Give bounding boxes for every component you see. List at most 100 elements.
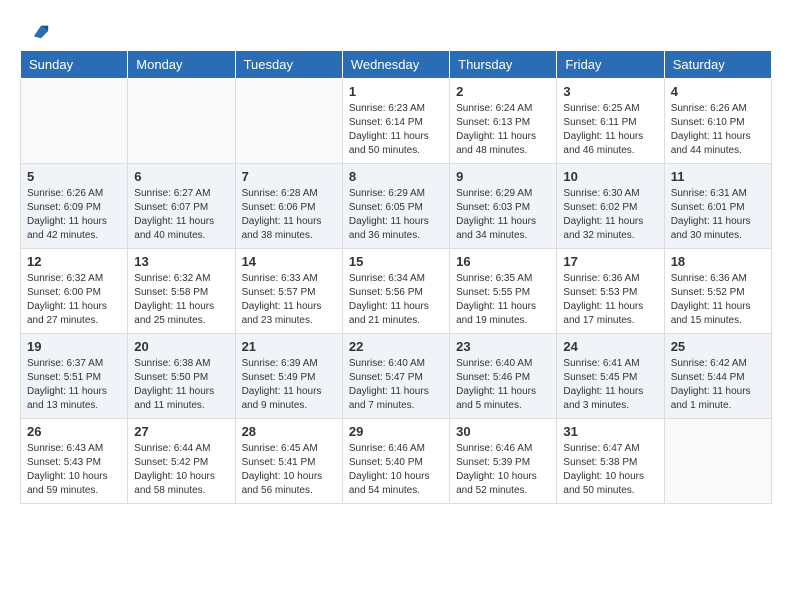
column-header-saturday: Saturday [664, 51, 771, 79]
day-number: 26 [27, 424, 121, 439]
calendar-cell: 31 Sunrise: 6:47 AM Sunset: 5:38 PM Dayli… [557, 419, 664, 504]
day-number: 2 [456, 84, 550, 99]
day-info: Sunrise: 6:43 AM Sunset: 5:43 PM Dayligh… [27, 442, 121, 498]
day-number: 15 [349, 254, 443, 269]
week-row-2: 5 Sunrise: 6:26 AM Sunset: 6:09 PM Daylig… [21, 164, 772, 249]
day-number: 1 [349, 84, 443, 99]
calendar-cell: 19 Sunrise: 6:37 AM Sunset: 5:51 PM Dayli… [21, 334, 128, 419]
day-info: Sunrise: 6:41 AM Sunset: 5:45 PM Dayligh… [563, 357, 657, 413]
day-number: 31 [563, 424, 657, 439]
calendar-cell: 21 Sunrise: 6:39 AM Sunset: 5:49 PM Dayli… [235, 334, 342, 419]
calendar-cell: 20 Sunrise: 6:38 AM Sunset: 5:50 PM Dayli… [128, 334, 235, 419]
day-info: Sunrise: 6:33 AM Sunset: 5:57 PM Dayligh… [242, 272, 336, 328]
day-info: Sunrise: 6:36 AM Sunset: 5:53 PM Dayligh… [563, 272, 657, 328]
day-number: 21 [242, 339, 336, 354]
calendar-cell: 9 Sunrise: 6:29 AM Sunset: 6:03 PM Daylig… [450, 164, 557, 249]
day-number: 9 [456, 169, 550, 184]
calendar-cell: 30 Sunrise: 6:46 AM Sunset: 5:39 PM Dayli… [450, 419, 557, 504]
calendar-cell: 6 Sunrise: 6:27 AM Sunset: 6:07 PM Daylig… [128, 164, 235, 249]
day-number: 10 [563, 169, 657, 184]
day-number: 12 [27, 254, 121, 269]
calendar-cell: 22 Sunrise: 6:40 AM Sunset: 5:47 PM Dayli… [342, 334, 449, 419]
day-number: 18 [671, 254, 765, 269]
day-info: Sunrise: 6:25 AM Sunset: 6:11 PM Dayligh… [563, 102, 657, 158]
day-info: Sunrise: 6:24 AM Sunset: 6:13 PM Dayligh… [456, 102, 550, 158]
calendar-cell: 8 Sunrise: 6:29 AM Sunset: 6:05 PM Daylig… [342, 164, 449, 249]
day-info: Sunrise: 6:42 AM Sunset: 5:44 PM Dayligh… [671, 357, 765, 413]
day-number: 19 [27, 339, 121, 354]
day-info: Sunrise: 6:26 AM Sunset: 6:10 PM Dayligh… [671, 102, 765, 158]
calendar-cell: 2 Sunrise: 6:24 AM Sunset: 6:13 PM Daylig… [450, 79, 557, 164]
day-info: Sunrise: 6:27 AM Sunset: 6:07 PM Dayligh… [134, 187, 228, 243]
day-info: Sunrise: 6:37 AM Sunset: 5:51 PM Dayligh… [27, 357, 121, 413]
calendar-cell: 29Sunrise: 6:46 AM Sunset: 5:40 PM Dayli… [342, 419, 449, 504]
calendar-cell: 25 Sunrise: 6:42 AM Sunset: 5:44 PM Dayli… [664, 334, 771, 419]
day-number: 7 [242, 169, 336, 184]
day-number: 23 [456, 339, 550, 354]
calendar-cell: 26 Sunrise: 6:43 AM Sunset: 5:43 PM Dayli… [21, 419, 128, 504]
calendar-cell: 4 Sunrise: 6:26 AM Sunset: 6:10 PM Daylig… [664, 79, 771, 164]
day-info: Sunrise: 6:29 AM Sunset: 6:03 PM Dayligh… [456, 187, 550, 243]
calendar-cell: 23Sunrise: 6:40 AM Sunset: 5:46 PM Dayli… [450, 334, 557, 419]
calendar-cell: 11Sunrise: 6:31 AM Sunset: 6:01 PM Dayli… [664, 164, 771, 249]
day-number: 30 [456, 424, 550, 439]
calendar-header-row: SundayMondayTuesdayWednesdayThursdayFrid… [21, 51, 772, 79]
column-header-wednesday: Wednesday [342, 51, 449, 79]
day-number: 22 [349, 339, 443, 354]
day-number: 5 [27, 169, 121, 184]
day-number: 4 [671, 84, 765, 99]
logo [30, 20, 50, 40]
calendar-cell [21, 79, 128, 164]
day-number: 29 [349, 424, 443, 439]
calendar-cell: 12 Sunrise: 6:32 AM Sunset: 6:00 PM Dayli… [21, 249, 128, 334]
calendar-cell: 1 Sunrise: 6:23 AM Sunset: 6:14 PM Daylig… [342, 79, 449, 164]
day-info: Sunrise: 6:38 AM Sunset: 5:50 PM Dayligh… [134, 357, 228, 413]
logo-text [30, 20, 50, 44]
day-info: Sunrise: 6:44 AM Sunset: 5:42 PM Dayligh… [134, 442, 228, 498]
calendar-cell: 17Sunrise: 6:36 AM Sunset: 5:53 PM Dayli… [557, 249, 664, 334]
calendar-cell: 10 Sunrise: 6:30 AM Sunset: 6:02 PM Dayli… [557, 164, 664, 249]
day-info: Sunrise: 6:40 AM Sunset: 5:47 PM Dayligh… [349, 357, 443, 413]
day-info: Sunrise: 6:29 AM Sunset: 6:05 PM Dayligh… [349, 187, 443, 243]
calendar-cell: 7Sunrise: 6:28 AM Sunset: 6:06 PM Daylig… [235, 164, 342, 249]
day-number: 3 [563, 84, 657, 99]
page-header [0, 0, 792, 50]
calendar-cell: 16Sunrise: 6:35 AM Sunset: 5:55 PM Dayli… [450, 249, 557, 334]
calendar-cell: 24 Sunrise: 6:41 AM Sunset: 5:45 PM Dayli… [557, 334, 664, 419]
day-info: Sunrise: 6:47 AM Sunset: 5:38 PM Dayligh… [563, 442, 657, 498]
day-info: Sunrise: 6:26 AM Sunset: 6:09 PM Dayligh… [27, 187, 121, 243]
column-header-tuesday: Tuesday [235, 51, 342, 79]
day-number: 6 [134, 169, 228, 184]
day-number: 25 [671, 339, 765, 354]
day-number: 20 [134, 339, 228, 354]
day-info: Sunrise: 6:31 AM Sunset: 6:01 PM Dayligh… [671, 187, 765, 243]
week-row-4: 19 Sunrise: 6:37 AM Sunset: 5:51 PM Dayli… [21, 334, 772, 419]
column-header-friday: Friday [557, 51, 664, 79]
day-number: 27 [134, 424, 228, 439]
column-header-monday: Monday [128, 51, 235, 79]
day-number: 24 [563, 339, 657, 354]
column-header-sunday: Sunday [21, 51, 128, 79]
day-number: 28 [242, 424, 336, 439]
week-row-5: 26 Sunrise: 6:43 AM Sunset: 5:43 PM Dayli… [21, 419, 772, 504]
day-info: Sunrise: 6:32 AM Sunset: 6:00 PM Dayligh… [27, 272, 121, 328]
day-number: 16 [456, 254, 550, 269]
calendar-cell: 27 Sunrise: 6:44 AM Sunset: 5:42 PM Dayli… [128, 419, 235, 504]
calendar-cell: 13Sunrise: 6:32 AM Sunset: 5:58 PM Dayli… [128, 249, 235, 334]
calendar-cell [235, 79, 342, 164]
day-number: 13 [134, 254, 228, 269]
calendar-cell [664, 419, 771, 504]
day-number: 14 [242, 254, 336, 269]
calendar-cell: 28 Sunrise: 6:45 AM Sunset: 5:41 PM Dayli… [235, 419, 342, 504]
calendar-cell: 5 Sunrise: 6:26 AM Sunset: 6:09 PM Daylig… [21, 164, 128, 249]
week-row-1: 1 Sunrise: 6:23 AM Sunset: 6:14 PM Daylig… [21, 79, 772, 164]
column-header-thursday: Thursday [450, 51, 557, 79]
day-info: Sunrise: 6:23 AM Sunset: 6:14 PM Dayligh… [349, 102, 443, 158]
day-info: Sunrise: 6:46 AM Sunset: 5:39 PM Dayligh… [456, 442, 550, 498]
week-row-3: 12 Sunrise: 6:32 AM Sunset: 6:00 PM Dayli… [21, 249, 772, 334]
day-info: Sunrise: 6:30 AM Sunset: 6:02 PM Dayligh… [563, 187, 657, 243]
calendar-table: SundayMondayTuesdayWednesdayThursdayFrid… [20, 50, 772, 504]
day-number: 8 [349, 169, 443, 184]
day-info: Sunrise: 6:45 AM Sunset: 5:41 PM Dayligh… [242, 442, 336, 498]
day-info: Sunrise: 6:39 AM Sunset: 5:49 PM Dayligh… [242, 357, 336, 413]
